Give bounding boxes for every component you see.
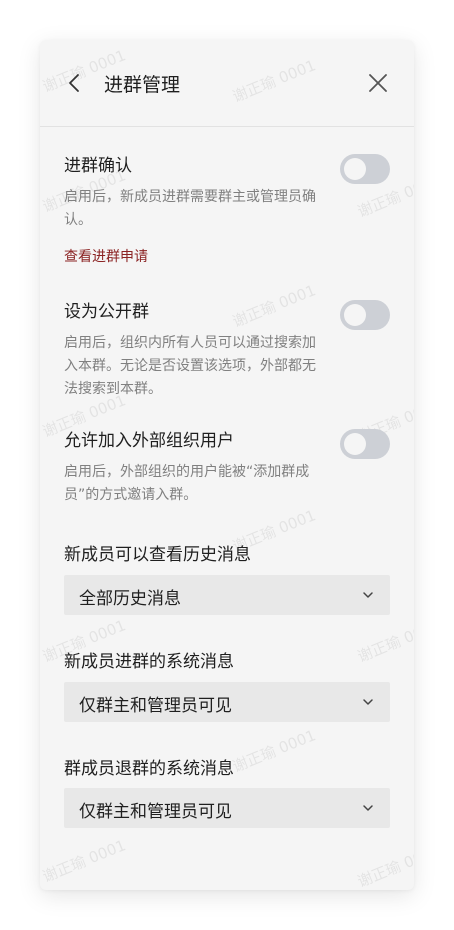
external-users-toggle[interactable] — [340, 429, 390, 459]
watermark: 谢正瑜 0001 — [230, 726, 319, 776]
chevron-down-icon — [363, 699, 373, 705]
toggle-knob — [344, 158, 366, 180]
chevron-down-icon — [363, 592, 373, 598]
watermark: 谢正瑜 0001 — [40, 836, 129, 886]
join-confirm-description: 启用后，新成员进群需要群主或管理员确认。 — [64, 189, 316, 228]
public-group-description: 启用后，组织内所有人员可以通过搜索加入本群。无论是否设置该选项，外部都无法搜索到… — [64, 335, 316, 397]
join-confirm-section: 进群确认 启用后，新成员进群需要群主或管理员确认。 查看进群申请 — [64, 154, 390, 266]
join-confirm-toggle[interactable] — [340, 154, 390, 184]
history-select[interactable]: 全部历史消息 — [64, 575, 390, 615]
watermark: 谢正瑜 0001 — [355, 616, 414, 666]
public-group-section: 设为公开群 启用后，组织内所有人员可以通过搜索加入本群。无论是否设置该选项，外部… — [64, 300, 390, 401]
join-message-select-value: 仅群主和管理员可见 — [79, 696, 232, 716]
close-button[interactable] — [368, 73, 388, 93]
group-join-settings-panel: 谢正瑜 0001 谢正瑜 0001 谢正瑜 0001 谢正瑜 0001 谢正瑜 … — [40, 40, 414, 890]
back-button[interactable] — [66, 72, 84, 94]
join-message-select[interactable]: 仅群主和管理员可见 — [64, 682, 390, 722]
history-label: 新成员可以查看历史消息 — [64, 545, 251, 565]
public-group-toggle[interactable] — [340, 300, 390, 330]
toggle-knob — [344, 304, 366, 326]
chevron-down-icon — [363, 805, 373, 811]
chevron-left-icon — [69, 74, 79, 92]
join-message-label: 新成员进群的系统消息 — [64, 652, 234, 672]
watermark: 谢正瑜 0001 — [355, 841, 414, 890]
close-icon — [369, 74, 387, 92]
leave-message-select[interactable]: 仅群主和管理员可见 — [64, 788, 390, 828]
leave-message-label: 群成员退群的系统消息 — [64, 759, 234, 779]
external-users-section: 允许加入外部组织用户 启用后，外部组织的用户能被“添加群成员”的方式邀请入群。 — [64, 429, 390, 507]
external-users-description: 启用后，外部组织的用户能被“添加群成员”的方式邀请入群。 — [64, 464, 310, 503]
history-select-value: 全部历史消息 — [79, 589, 181, 609]
leave-message-select-value: 仅群主和管理员可见 — [79, 802, 232, 822]
page-title: 进群管理 — [104, 74, 181, 96]
panel-header: 进群管理 — [40, 40, 414, 127]
view-join-requests-link[interactable]: 查看进群申请 — [64, 246, 390, 266]
toggle-knob — [344, 433, 366, 455]
